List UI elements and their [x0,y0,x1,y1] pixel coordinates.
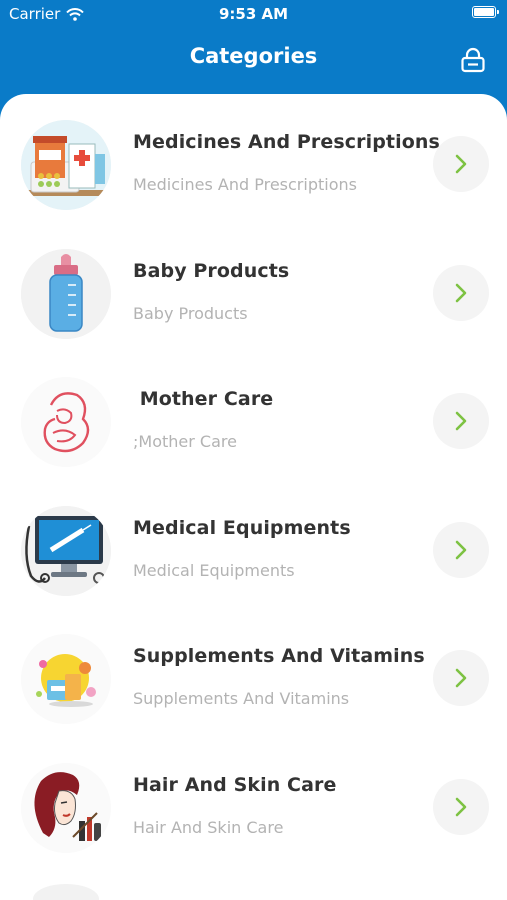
category-list: Medicines And Prescriptions Medicines An… [0,94,507,865]
woman-face-icon [21,762,111,853]
category-name: Supplements And Vitamins [133,645,425,667]
category-list-container: Medicines And Prescriptions Medicines An… [0,94,507,900]
category-name: Mother Care [133,388,274,410]
open-category-button[interactable] [433,521,489,578]
lock-icon [461,47,485,73]
category-subtitle: ;Mother Care [133,432,237,451]
open-category-button[interactable] [433,650,489,706]
category-subtitle: Hair And Skin Care [133,817,284,837]
open-category-button[interactable] [433,393,489,449]
category-item-hair-skin-care[interactable]: Hair And Skin Care Hair And Skin Care [0,737,507,866]
category-item-medical-equipments[interactable]: Medical Equipments Medical Equipments [0,480,507,609]
category-name: Medicines And Prescriptions [133,131,440,153]
partial-category-thumbnail [33,884,99,900]
open-category-button[interactable] [433,264,489,321]
status-bar: Carrier 9:53 AM [0,0,507,28]
category-name: Medical Equipments [133,516,351,539]
chevron-right-icon [455,283,467,302]
open-category-button[interactable] [433,136,489,192]
chevron-right-icon [455,154,467,174]
open-category-button[interactable] [433,778,489,835]
nav-bar: Categories [0,28,507,92]
category-item-baby-products[interactable]: Baby Products Baby Products [0,223,507,352]
monitor-syringe-icon [21,505,111,596]
category-subtitle: Medicines And Prescriptions [133,175,357,194]
chevron-right-icon [455,668,467,688]
category-item-supplements[interactable]: Supplements And Vitamins Supplements And… [0,608,507,737]
category-name: Hair And Skin Care [133,773,337,796]
chevron-right-icon [455,797,467,816]
medicines-icon [21,120,111,210]
baby-bottle-icon [21,248,111,339]
battery-icon [472,6,499,18]
mother-baby-icon [21,377,111,467]
chevron-right-icon [455,411,467,431]
status-time: 9:53 AM [218,5,289,23]
category-subtitle: Medical Equipments [133,560,295,580]
lock-button[interactable] [459,46,487,74]
category-name: Baby Products [133,259,290,282]
category-subtitle: Supplements And Vitamins [133,689,350,708]
category-item-medicines[interactable]: Medicines And Prescriptions Medicines An… [0,94,507,223]
category-item-mother-care[interactable]: Mother Care ;Mother Care [0,351,507,480]
supplements-icon [21,634,111,724]
page-title: Categories [189,44,318,68]
category-subtitle: Baby Products [133,303,248,323]
chevron-right-icon [455,540,467,559]
